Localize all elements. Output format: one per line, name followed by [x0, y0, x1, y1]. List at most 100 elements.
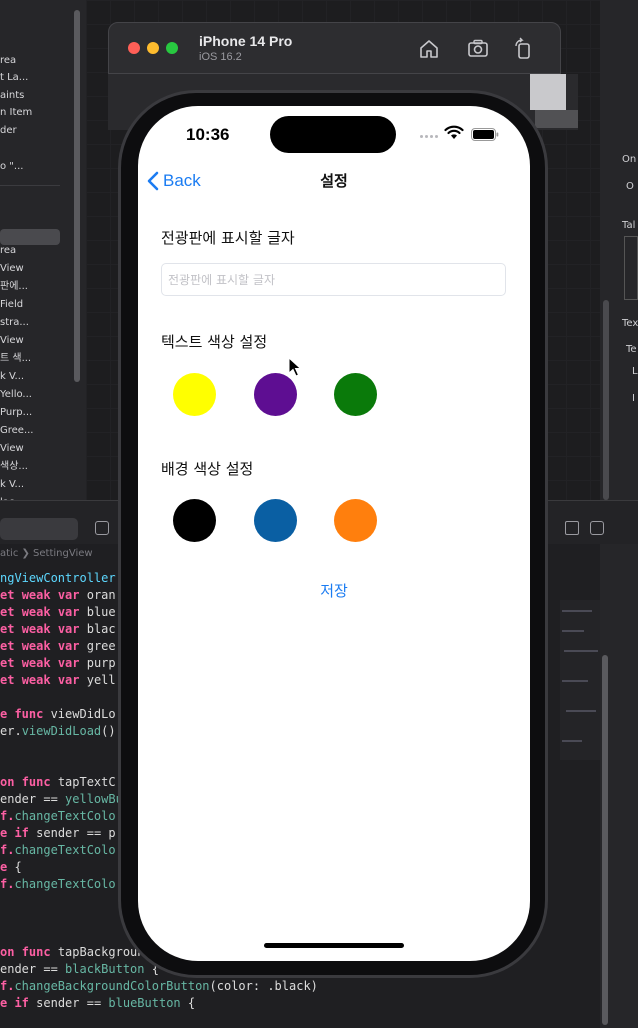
- background-color-black-button[interactable]: [173, 499, 216, 542]
- code-token: blue: [86, 605, 116, 619]
- navigator-item[interactable]: t La...: [0, 71, 84, 85]
- code-line[interactable]: er.viewDidLoad(): [0, 723, 116, 740]
- navigator-item[interactable]: Gree...: [0, 424, 84, 438]
- code-line[interactable]: et weak var purp: [0, 655, 116, 672]
- background-color-orange-button[interactable]: [334, 499, 377, 542]
- code-token: var: [57, 656, 87, 670]
- code-line[interactable]: f.changeTextColo: [0, 842, 116, 859]
- code-token: changeTextColo: [14, 843, 116, 857]
- code-token: var: [57, 588, 87, 602]
- navigator-item[interactable]: der: [0, 124, 84, 138]
- text-color-purple-button[interactable]: [254, 373, 297, 416]
- device-name: iPhone 14 Pro: [199, 33, 293, 49]
- code-token: func: [21, 775, 58, 789]
- simulator-title-bar: iPhone 14 Pro iOS 16.2: [108, 22, 561, 74]
- navigator-item[interactable]: o "...: [0, 160, 84, 174]
- zoom-window-button[interactable]: [166, 42, 178, 54]
- navigator-item[interactable]: n Item: [0, 106, 84, 120]
- inspector-item: Tex: [622, 318, 638, 329]
- code-token: viewDidLo: [50, 707, 116, 721]
- text-color-yellow-button[interactable]: [173, 373, 216, 416]
- code-line[interactable]: et weak var blac: [0, 621, 116, 638]
- text-color-label: 텍스트 색상 설정: [161, 333, 268, 351]
- navigator-item[interactable]: aints: [0, 89, 84, 103]
- code-line[interactable]: f.changeBackgroundColorButton(color: .bl…: [0, 978, 318, 995]
- code-token: gree: [86, 639, 116, 653]
- navigator-item[interactable]: [0, 214, 84, 228]
- navigator-item[interactable]: 트 색...: [0, 352, 84, 366]
- navigator-filter-field[interactable]: [0, 518, 78, 540]
- code-line[interactable]: f.changeTextColo: [0, 876, 116, 893]
- navigator-item[interactable]: stra...: [0, 316, 84, 330]
- code-token: er.: [0, 724, 22, 738]
- inspector-item: I: [632, 393, 635, 404]
- home-indicator[interactable]: [264, 943, 404, 948]
- code-line[interactable]: e {: [0, 859, 22, 876]
- code-token: e: [0, 707, 15, 721]
- navigator-item[interactable]: View: [0, 334, 84, 348]
- code-line[interactable]: ender == blackButton {: [0, 961, 159, 978]
- code-token: et: [0, 622, 22, 636]
- navigator-item[interactable]: rea: [0, 54, 84, 68]
- code-line[interactable]: on func tapTextC: [0, 774, 116, 791]
- display-text-field[interactable]: [161, 263, 506, 296]
- code-token: ngViewController: [0, 571, 116, 585]
- editor-scrollbar[interactable]: [602, 655, 608, 1025]
- phone-screen: 10:36 Back 설정 전광판에 표시할 글자 텍스트 색상 설정 배경 색…: [138, 106, 530, 961]
- nav-title: 설정: [320, 172, 348, 190]
- code-token: if: [14, 996, 37, 1010]
- code-line[interactable]: et weak var oran: [0, 587, 116, 604]
- navigator-scrollbar[interactable]: [74, 10, 80, 382]
- navigator-item[interactable]: 판에...: [0, 280, 84, 294]
- code-token: e: [0, 860, 15, 874]
- display-text-label: 전광판에 표시할 글자: [161, 229, 295, 247]
- code-line[interactable]: ender == yellowBu: [0, 791, 123, 808]
- panel-toggle-icon[interactable]: [95, 521, 109, 535]
- os-version: iOS 16.2: [199, 51, 242, 63]
- inspector-swatch: [624, 236, 638, 300]
- code-token: tapTextC: [57, 775, 116, 789]
- code-token: var: [57, 639, 87, 653]
- download-icon[interactable]: [590, 521, 604, 535]
- code-line[interactable]: et weak var yell: [0, 672, 116, 689]
- navigator-item[interactable]: k V...: [0, 370, 84, 384]
- code-token: on: [0, 775, 22, 789]
- code-line[interactable]: ngViewController: [0, 570, 116, 587]
- navigator-item[interactable]: k V...: [0, 478, 84, 492]
- jump-bar-breadcrumb[interactable]: atic ❯ SettingView: [0, 548, 93, 559]
- code-token: {: [187, 996, 196, 1010]
- code-token: et: [0, 656, 22, 670]
- code-token: func: [14, 707, 51, 721]
- code-token: weak: [21, 588, 58, 602]
- inspector-item: Te: [626, 344, 637, 355]
- navigator-item[interactable]: rea: [0, 244, 84, 258]
- code-line[interactable]: e if sender == p: [0, 825, 116, 842]
- navigator-item[interactable]: [0, 142, 84, 156]
- text-color-green-button[interactable]: [334, 373, 377, 416]
- code-token: weak: [21, 639, 58, 653]
- navigator-item[interactable]: Yello...: [0, 388, 84, 402]
- minimize-window-button[interactable]: [147, 42, 159, 54]
- navigator-item[interactable]: View: [0, 442, 84, 456]
- code-minimap[interactable]: [560, 600, 600, 760]
- cellular-signal-icon: [420, 135, 444, 139]
- inspector-scrollbar[interactable]: [603, 300, 609, 500]
- code-line[interactable]: e func viewDidLo: [0, 706, 116, 723]
- home-icon[interactable]: [417, 37, 441, 61]
- warning-filter-icon[interactable]: [565, 521, 579, 535]
- screenshot-icon[interactable]: [466, 37, 490, 61]
- code-line[interactable]: f.changeTextColo: [0, 808, 116, 825]
- close-window-button[interactable]: [128, 42, 140, 54]
- code-token: f.: [0, 809, 15, 823]
- navigator-item[interactable]: View: [0, 262, 84, 276]
- rotate-icon[interactable]: [511, 37, 535, 61]
- save-button[interactable]: 저장: [138, 580, 530, 602]
- navigator-item[interactable]: Purp...: [0, 406, 84, 420]
- code-line[interactable]: e if sender == blueButton {: [0, 995, 195, 1012]
- code-line[interactable]: et weak var gree: [0, 638, 116, 655]
- navigator-item[interactable]: [0, 196, 84, 210]
- background-color-blue-button[interactable]: [254, 499, 297, 542]
- navigator-item[interactable]: Field: [0, 298, 84, 312]
- navigator-item[interactable]: 색상...: [0, 460, 84, 474]
- code-line[interactable]: et weak var blue: [0, 604, 116, 621]
